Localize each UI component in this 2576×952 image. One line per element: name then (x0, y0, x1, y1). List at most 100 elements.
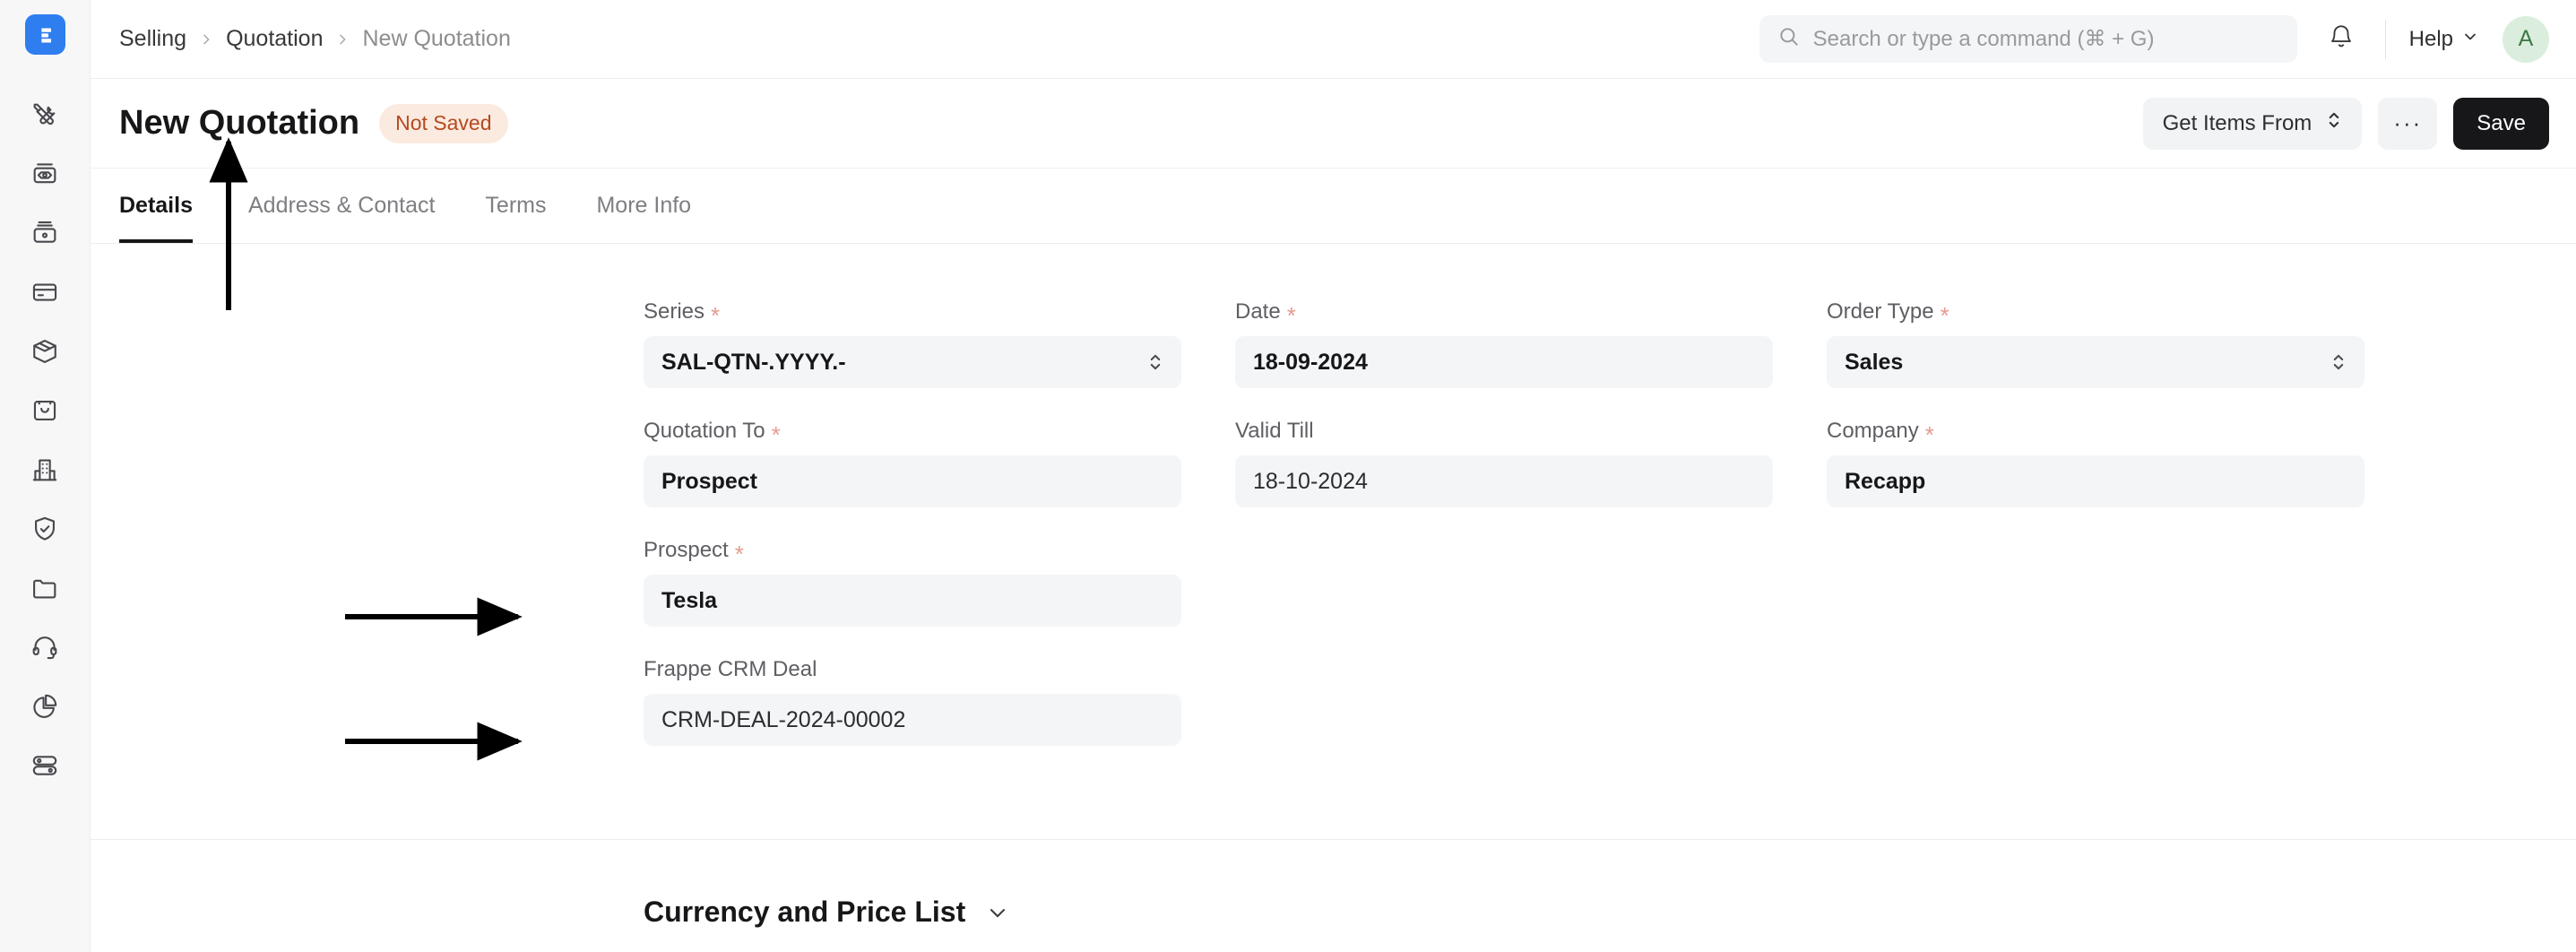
credit-card-icon (30, 277, 60, 307)
package-icon (30, 336, 60, 367)
notifications-button[interactable] (2321, 19, 2362, 60)
folder-icon (30, 573, 60, 603)
field-series: Series * SAL-QTN-.YYYY.- (644, 299, 1181, 388)
left-sidebar-rail (0, 0, 91, 952)
sidebar-item-point-of-sale[interactable] (24, 212, 65, 254)
sidebar-item-stock[interactable] (24, 331, 65, 372)
status-badge: Not Saved (379, 104, 507, 143)
help-label: Help (2409, 27, 2453, 52)
quotation-to-input[interactable]: Prospect (644, 455, 1181, 507)
field-company-label: Company * (1827, 419, 2364, 444)
tab-more-info-label: More Info (596, 193, 691, 219)
more-actions-button[interactable]: ··· (2378, 98, 2437, 150)
form-column-3: Order Type * Sales Company (1827, 299, 2364, 776)
field-quotation-to-label: Quotation To * (644, 419, 1181, 444)
sidebar-item-tools[interactable] (24, 94, 65, 135)
frappe-crm-deal-input[interactable]: CRM-DEAL-2024-00002 (644, 694, 1181, 746)
get-items-from-label: Get Items From (2163, 111, 2312, 136)
sidebar-item-quality[interactable] (24, 508, 65, 550)
field-prospect-label-text: Prospect (644, 538, 729, 563)
chevron-updown-icon (1147, 351, 1163, 373)
currency-price-list-section[interactable]: Currency and Price List (91, 840, 2576, 952)
search-icon (1777, 25, 1801, 53)
form-tabs: Details Address & Contact Terms More Inf… (91, 169, 2576, 244)
currency-price-list-title: Currency and Price List (644, 896, 965, 929)
field-prospect: Prospect * Tesla (644, 538, 1181, 627)
field-frappe-crm-deal: Frappe CRM Deal CRM-DEAL-2024-00002 (644, 657, 1181, 746)
sidebar-item-reports[interactable] (24, 686, 65, 727)
chevron-down-icon[interactable] (985, 900, 1010, 925)
tab-address-contact[interactable]: Address & Contact (223, 169, 460, 243)
headset-icon (30, 632, 60, 662)
tab-terms-label: Terms (485, 193, 546, 219)
valid-till-input[interactable]: 18-10-2024 (1235, 455, 1773, 507)
save-button[interactable]: Save (2453, 98, 2549, 150)
quotation-to-value: Prospect (661, 469, 757, 495)
help-menu[interactable]: Help (2409, 27, 2479, 52)
tools-icon (30, 100, 60, 130)
field-series-label-text: Series (644, 299, 705, 325)
date-value: 18-09-2024 (1253, 350, 1368, 376)
order-type-select[interactable]: Sales (1827, 336, 2364, 388)
sidebar-item-company[interactable] (24, 449, 65, 490)
bell-icon (2328, 23, 2355, 55)
field-valid-till: Valid Till 18-10-2024 (1235, 419, 1773, 507)
page-header: New Quotation Not Saved Get Items From ·… (91, 79, 2576, 169)
breadcrumb-item-selling[interactable]: Selling (119, 26, 186, 52)
date-input[interactable]: 18-09-2024 (1235, 336, 1773, 388)
get-items-from-button[interactable]: Get Items From (2143, 98, 2363, 150)
tab-more-info[interactable]: More Info (571, 169, 716, 243)
breadcrumb: Selling Quotation New Quotation (119, 26, 511, 52)
field-order-type-label-text: Order Type (1827, 299, 1934, 325)
avatar[interactable]: A (2503, 16, 2549, 63)
tab-address-contact-label: Address & Contact (248, 193, 435, 219)
field-frappe-crm-deal-label-text: Frappe CRM Deal (644, 657, 817, 682)
navbar-divider (2385, 20, 2386, 59)
order-type-value: Sales (1845, 350, 1903, 376)
pie-chart-icon (30, 691, 60, 722)
field-quotation-to-label-text: Quotation To (644, 419, 765, 444)
field-series-label: Series * (644, 299, 1181, 325)
app-root: Selling Quotation New Quotation Search o… (0, 0, 2576, 952)
field-quotation-to: Quotation To * Prospect (644, 419, 1181, 507)
sidebar-item-integrations[interactable] (24, 745, 65, 786)
tab-terms[interactable]: Terms (460, 169, 571, 243)
building-icon (30, 454, 60, 485)
search-input[interactable]: Search or type a command (⌘ + G) (1759, 15, 2297, 63)
erpnext-logo-icon[interactable] (25, 14, 65, 55)
search-placeholder: Search or type a command (⌘ + G) (1813, 26, 2155, 52)
tab-details-label: Details (119, 193, 193, 219)
chevron-down-icon (2461, 27, 2479, 52)
page-actions: Get Items From ··· Save (2143, 98, 2549, 150)
prospect-value: Tesla (661, 588, 717, 614)
sidebar-item-accounting[interactable] (24, 153, 65, 195)
form-grid: Series * SAL-QTN-.YYYY.- Quotation T (91, 299, 2576, 776)
chevron-right-icon (335, 32, 350, 47)
series-select[interactable]: SAL-QTN-.YYYY.- (644, 336, 1181, 388)
server-icon (30, 750, 60, 781)
breadcrumb-item-quotation[interactable]: Quotation (226, 26, 323, 52)
shopping-bag-icon (30, 395, 60, 426)
field-date-label: Date * (1235, 299, 1773, 325)
navbar-right-group: Search or type a command (⌘ + G) Help (1759, 15, 2549, 63)
page-title: New Quotation (119, 104, 359, 143)
company-input[interactable]: Recapp (1827, 455, 2364, 507)
sidebar-item-selling[interactable] (24, 390, 65, 431)
field-order-type: Order Type * Sales (1827, 299, 2364, 388)
sidebar-item-support[interactable] (24, 627, 65, 668)
form-column-1: Series * SAL-QTN-.YYYY.- Quotation T (644, 299, 1181, 776)
frappe-crm-deal-value: CRM-DEAL-2024-00002 (661, 707, 905, 733)
field-valid-till-label: Valid Till (1235, 419, 1773, 444)
chevron-updown-icon (2326, 109, 2342, 137)
sidebar-item-projects[interactable] (24, 567, 65, 609)
chevron-updown-icon (2330, 351, 2347, 373)
tab-details[interactable]: Details (119, 169, 223, 243)
sidebar-item-payments[interactable] (24, 272, 65, 313)
form-column-2: Date * 18-09-2024 Valid Till 18-10-2024 (1235, 299, 1773, 776)
valid-till-value: 18-10-2024 (1253, 469, 1368, 495)
cash-box-icon (30, 159, 60, 189)
prospect-input[interactable]: Tesla (644, 575, 1181, 627)
main-column: Selling Quotation New Quotation Search o… (91, 0, 2576, 952)
shield-check-icon (30, 514, 60, 544)
field-prospect-label: Prospect * (644, 538, 1181, 563)
